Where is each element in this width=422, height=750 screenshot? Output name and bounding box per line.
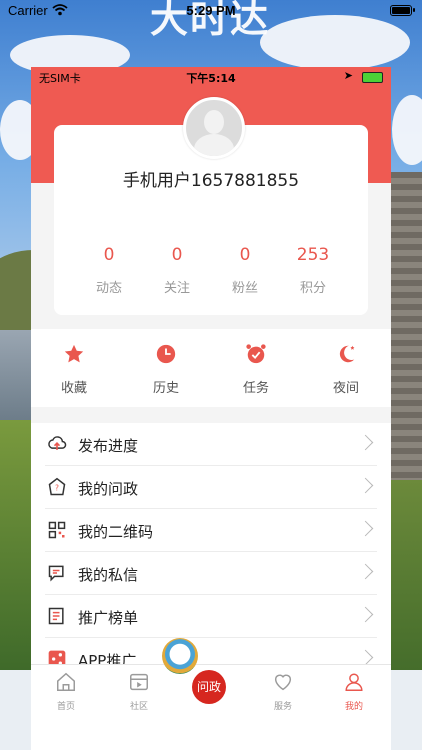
svg-text:?: ? [55, 483, 59, 492]
status-time: 下午5:14 [186, 72, 236, 85]
menu-label: 发布进度 [78, 437, 139, 455]
moon-icon [339, 345, 355, 363]
avatar[interactable] [183, 97, 245, 159]
quick-night-mode[interactable]: 夜间 [311, 343, 381, 396]
quick-history[interactable]: 历史 [131, 343, 201, 396]
chevron-right-icon [357, 563, 374, 580]
tab-me[interactable]: 我的 [324, 671, 384, 712]
menu-list: 发布进度 ? 我的问政 我的二维码 我的私信 推广榜单 APP推广 [31, 423, 391, 683]
tab-label: 社区 [129, 702, 148, 712]
clock-icon [156, 344, 176, 364]
chevron-right-icon [357, 477, 374, 494]
stat-label: 关注 [163, 281, 190, 296]
location-arrow-icon: ➤ [343, 69, 353, 82]
quick-tasks[interactable]: 任务 [221, 343, 291, 396]
star-icon [64, 344, 84, 363]
stat-value: 0 [103, 245, 115, 265]
tab-wenzheng[interactable]: 问政 [192, 670, 226, 704]
tab-community[interactable]: 社区 [109, 671, 169, 712]
menu-label: 推广榜单 [78, 609, 139, 627]
upload-cloud-icon [48, 436, 67, 450]
menu-label: 我的问政 [78, 480, 139, 498]
profile-stats: 0 动态 0 关注 0 粉丝 253 积分 [71, 245, 381, 305]
stat-label: 积分 [299, 281, 326, 296]
menu-label: 我的私信 [78, 566, 139, 584]
stat-label: 动态 [95, 281, 122, 296]
tab-label: 服务 [273, 702, 292, 712]
question-badge-icon: ? [48, 477, 66, 496]
menu-item-my-inquiries[interactable]: ? 我的问政 [31, 466, 391, 509]
stat-following[interactable]: 0 关注 [147, 245, 207, 296]
home-icon [57, 672, 75, 691]
menu-label: 我的二维码 [78, 523, 154, 541]
chevron-right-icon [357, 606, 374, 623]
stat-followers[interactable]: 0 粉丝 [215, 245, 275, 296]
quick-label: 收藏 [60, 381, 87, 396]
menu-item-promotion-ranking[interactable]: 推广榜单 [31, 595, 391, 638]
menu-item-my-qrcode[interactable]: 我的二维码 [31, 509, 391, 552]
qr-code-icon [48, 521, 66, 539]
tab-home[interactable]: 首页 [36, 671, 96, 712]
user-icon [345, 673, 363, 691]
tab-label: 我的 [344, 702, 363, 712]
tower-building [388, 172, 422, 502]
quick-actions: 收藏 历史 任务 夜间 [31, 329, 391, 407]
heart-icon [274, 674, 292, 691]
chevron-right-icon [357, 649, 374, 666]
app-logo [162, 638, 198, 674]
status-time: 5:29 PM [186, 3, 236, 18]
stat-value: 0 [171, 245, 183, 265]
stat-posts[interactable]: 0 动态 [79, 245, 139, 296]
tab-label: 首页 [56, 702, 75, 712]
quick-label: 任务 [242, 381, 269, 396]
quick-label: 夜间 [332, 381, 359, 396]
message-icon [48, 565, 64, 582]
battery-icon [390, 5, 415, 16]
battery-icon [362, 72, 383, 83]
tab-services[interactable]: 服务 [253, 671, 313, 712]
menu-item-publish-progress[interactable]: 发布进度 [31, 423, 391, 466]
menu-item-my-messages[interactable]: 我的私信 [31, 552, 391, 595]
stat-value: 0 [239, 245, 251, 265]
trees [388, 480, 422, 670]
tab-bar: 首页 社区 问政 服务 我的 [31, 664, 391, 750]
device-status-bar: Carrier 5:29 PM [0, 0, 422, 22]
video-icon [130, 673, 148, 691]
quick-favorites[interactable]: 收藏 [39, 343, 109, 396]
cloud [260, 15, 410, 70]
username[interactable]: 手机用户1657881855 [31, 166, 391, 191]
stat-label: 粉丝 [231, 281, 258, 296]
app-screen: 无SIM卡 下午5:14 ➤ 手机用户1657881855 0 动态 0 关注 … [31, 67, 391, 750]
chevron-right-icon [357, 520, 374, 537]
quick-label: 历史 [152, 381, 179, 396]
stat-value: 253 [296, 245, 330, 265]
chevron-right-icon [357, 434, 374, 451]
list-icon [48, 607, 64, 625]
app-status-bar: 无SIM卡 下午5:14 ➤ [31, 67, 391, 87]
alarm-clock-icon [246, 344, 266, 364]
stat-points[interactable]: 253 积分 [283, 245, 343, 296]
